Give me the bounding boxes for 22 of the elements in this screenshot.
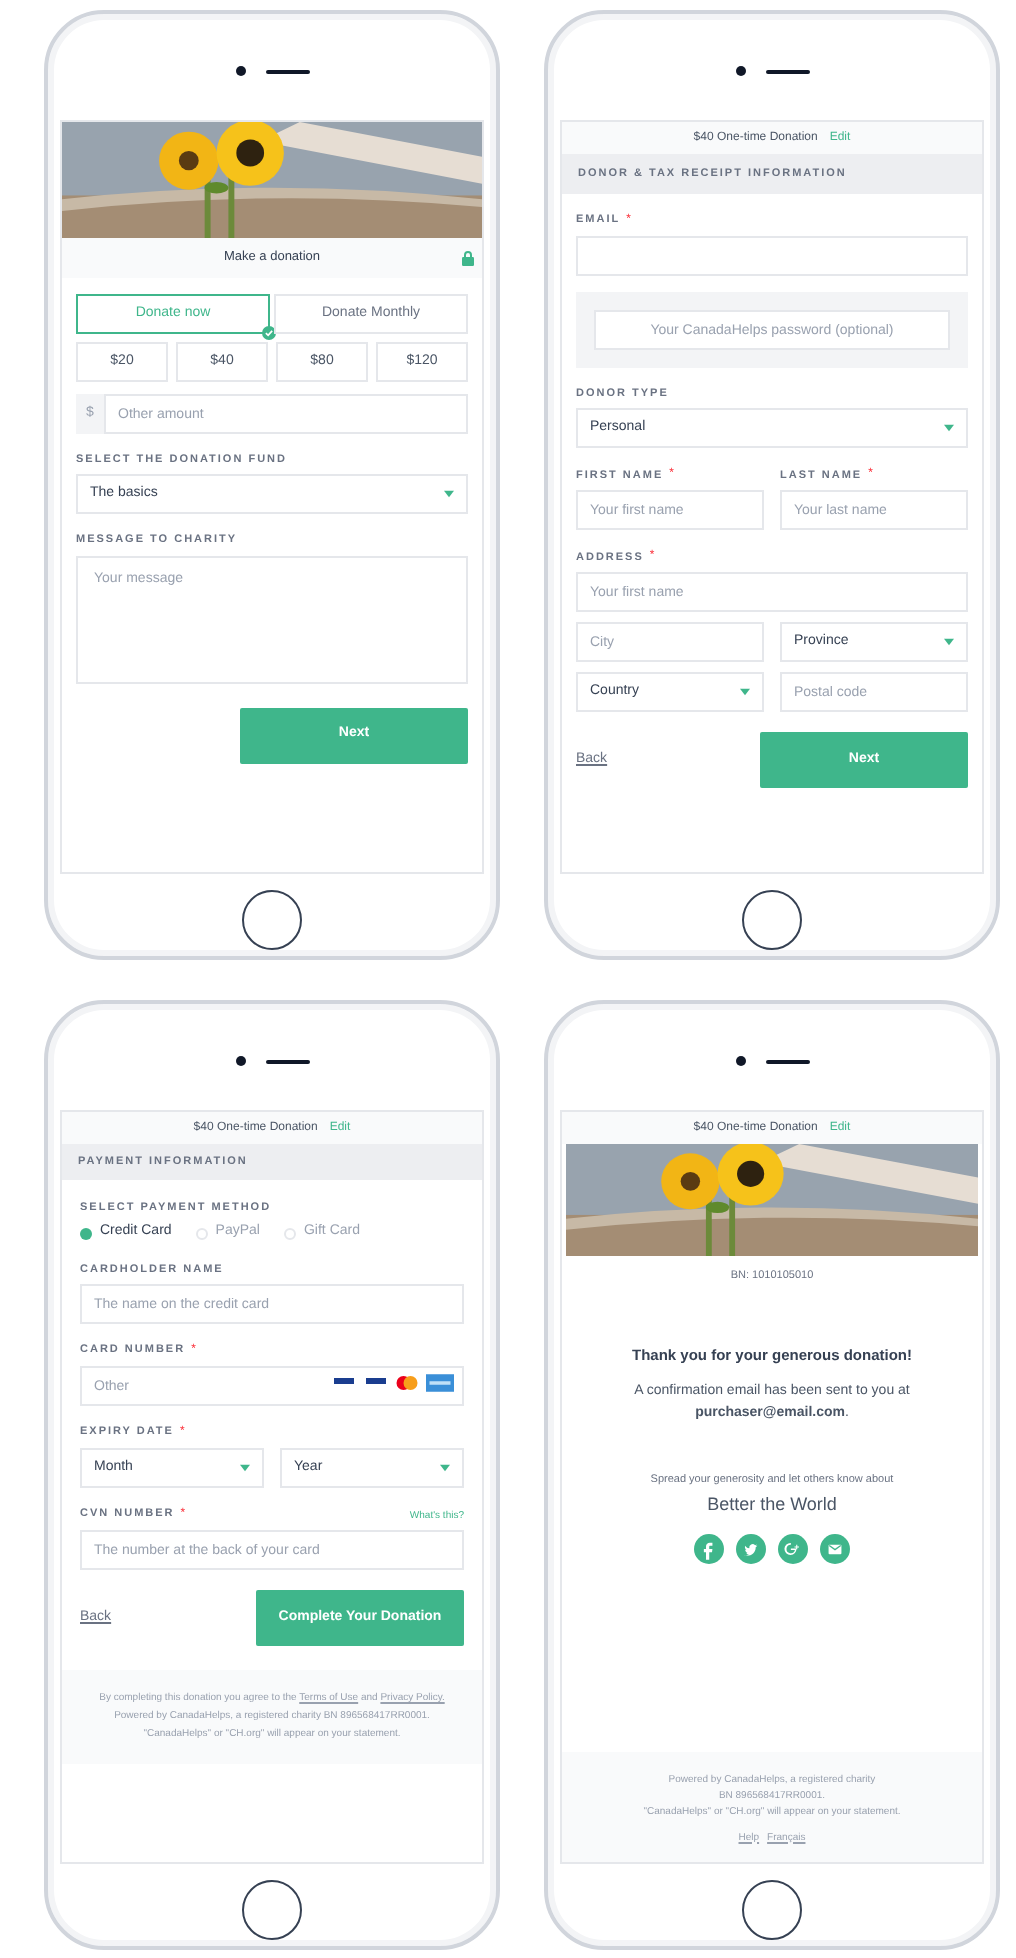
- home-button[interactable]: [742, 1880, 802, 1940]
- email-icon[interactable]: [820, 1534, 850, 1565]
- google-plus-icon[interactable]: [778, 1534, 808, 1565]
- caret-icon: [944, 638, 954, 647]
- card-logo-icon: [426, 1374, 454, 1392]
- caret-icon: [240, 1464, 250, 1472]
- caret-icon: [440, 1464, 450, 1472]
- home-button[interactable]: [242, 890, 302, 950]
- twitter-icon[interactable]: [736, 1534, 766, 1565]
- card-logo-icon: [396, 1376, 418, 1390]
- home-button[interactable]: [242, 1880, 302, 1940]
- caret-icon: [740, 688, 750, 697]
- caret-icon: [944, 424, 954, 433]
- check-icon: [262, 326, 276, 340]
- lock-icon: [462, 250, 474, 266]
- facebook-icon[interactable]: [694, 1534, 724, 1565]
- home-button[interactable]: [742, 890, 802, 950]
- caret-icon: [444, 490, 454, 499]
- card-logo-icon: [332, 1376, 356, 1386]
- charity-name: Better the World: [707, 1491, 837, 1518]
- input-field[interactable]: [576, 236, 968, 276]
- card-logo-icon: [364, 1376, 388, 1386]
